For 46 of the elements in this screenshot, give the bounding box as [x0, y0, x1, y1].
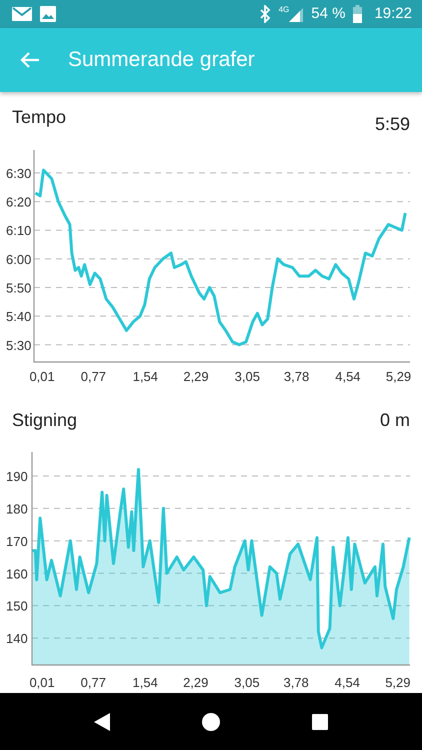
tick-label: 3,05	[234, 675, 260, 690]
tick-label: 6:10	[6, 223, 32, 238]
tick-label: 180	[6, 501, 28, 516]
square-icon	[310, 712, 330, 732]
tick-label: 3,78	[284, 369, 310, 384]
circle-icon	[200, 712, 221, 732]
section-title: Stigning	[12, 408, 78, 432]
section-title: Tempo	[12, 106, 66, 129]
tick-label: 0,77	[80, 369, 106, 384]
tick-label: 5:40	[6, 309, 32, 324]
tick-label: 5,29	[385, 675, 411, 690]
tick-label: 3,78	[283, 675, 309, 690]
tick-label: 160	[6, 566, 28, 582]
tick-label: 6:30	[6, 166, 32, 181]
battery-percent: 54 %	[311, 4, 346, 24]
image-icon	[40, 6, 56, 22]
clock: 19:22	[374, 4, 412, 24]
tick-label: 170	[6, 534, 28, 549]
back-arrow-icon	[20, 51, 40, 69]
tick-label: 190	[6, 469, 28, 484]
tick-label: 150	[6, 598, 28, 614]
section-value: 5:59	[374, 113, 410, 136]
tick-label: 5:30	[6, 338, 32, 353]
tick-label: 3,05	[234, 369, 260, 384]
tick-label: 5:50	[6, 280, 32, 296]
bluetooth-icon	[258, 5, 271, 23]
mail-icon	[12, 6, 32, 22]
tick-label: 140	[6, 631, 28, 646]
tick-label: 6:00	[6, 252, 32, 267]
tick-label: 0,77	[80, 675, 106, 690]
battery-icon	[353, 5, 362, 23]
signal-icon	[289, 6, 304, 22]
tick-label: 0,01	[29, 369, 55, 384]
triangle-icon	[92, 712, 112, 732]
section-value: 0 m	[380, 408, 410, 432]
tick-label: 2,29	[183, 369, 209, 384]
tick-label: 1,54	[132, 369, 158, 384]
tick-label: 5,29	[386, 369, 412, 384]
tick-label: 4,54	[334, 675, 360, 690]
tick-label: 0,01	[29, 675, 55, 690]
tick-label: 4,54	[335, 369, 361, 384]
tick-label: 1,54	[132, 675, 158, 690]
network-label: 4G	[278, 6, 290, 14]
tick-label: 2,29	[183, 675, 208, 690]
screen-title: Summerande grafer	[68, 47, 255, 74]
tick-label: 6:20	[6, 194, 32, 210]
